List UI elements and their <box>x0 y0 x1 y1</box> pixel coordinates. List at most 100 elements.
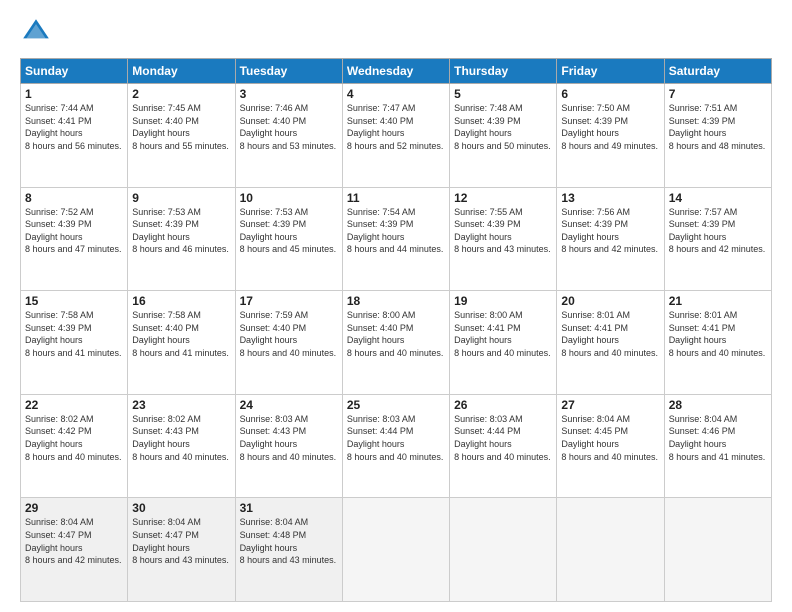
day-number: 30 <box>132 501 230 515</box>
day-number: 6 <box>561 87 659 101</box>
page: SundayMondayTuesdayWednesdayThursdayFrid… <box>0 0 792 612</box>
calendar-day-header: Saturday <box>664 59 771 84</box>
calendar-cell: 16 Sunrise: 7:58 AM Sunset: 4:40 PM Dayl… <box>128 291 235 395</box>
calendar-cell: 14 Sunrise: 7:57 AM Sunset: 4:39 PM Dayl… <box>664 187 771 291</box>
calendar-week-row: 29 Sunrise: 8:04 AM Sunset: 4:47 PM Dayl… <box>21 498 772 602</box>
calendar-day-header: Monday <box>128 59 235 84</box>
day-number: 17 <box>240 294 338 308</box>
calendar-day-header: Wednesday <box>342 59 449 84</box>
header <box>20 16 772 48</box>
day-info: Sunrise: 8:04 AM Sunset: 4:48 PM Dayligh… <box>240 516 338 566</box>
calendar-cell: 5 Sunrise: 7:48 AM Sunset: 4:39 PM Dayli… <box>450 84 557 188</box>
day-number: 1 <box>25 87 123 101</box>
day-info: Sunrise: 8:04 AM Sunset: 4:45 PM Dayligh… <box>561 413 659 463</box>
day-info: Sunrise: 7:59 AM Sunset: 4:40 PM Dayligh… <box>240 309 338 359</box>
day-info: Sunrise: 7:51 AM Sunset: 4:39 PM Dayligh… <box>669 102 767 152</box>
day-number: 29 <box>25 501 123 515</box>
calendar-cell: 26 Sunrise: 8:03 AM Sunset: 4:44 PM Dayl… <box>450 394 557 498</box>
calendar-day-header: Sunday <box>21 59 128 84</box>
day-info: Sunrise: 8:02 AM Sunset: 4:43 PM Dayligh… <box>132 413 230 463</box>
day-number: 15 <box>25 294 123 308</box>
calendar-week-row: 22 Sunrise: 8:02 AM Sunset: 4:42 PM Dayl… <box>21 394 772 498</box>
calendar-week-row: 1 Sunrise: 7:44 AM Sunset: 4:41 PM Dayli… <box>21 84 772 188</box>
calendar-cell: 8 Sunrise: 7:52 AM Sunset: 4:39 PM Dayli… <box>21 187 128 291</box>
calendar-cell: 7 Sunrise: 7:51 AM Sunset: 4:39 PM Dayli… <box>664 84 771 188</box>
day-info: Sunrise: 8:00 AM Sunset: 4:40 PM Dayligh… <box>347 309 445 359</box>
calendar-cell: 24 Sunrise: 8:03 AM Sunset: 4:43 PM Dayl… <box>235 394 342 498</box>
day-number: 21 <box>669 294 767 308</box>
day-number: 7 <box>669 87 767 101</box>
calendar-cell: 31 Sunrise: 8:04 AM Sunset: 4:48 PM Dayl… <box>235 498 342 602</box>
calendar-cell: 12 Sunrise: 7:55 AM Sunset: 4:39 PM Dayl… <box>450 187 557 291</box>
calendar-cell: 20 Sunrise: 8:01 AM Sunset: 4:41 PM Dayl… <box>557 291 664 395</box>
logo-icon <box>20 16 52 48</box>
day-info: Sunrise: 7:53 AM Sunset: 4:39 PM Dayligh… <box>132 206 230 256</box>
day-info: Sunrise: 7:50 AM Sunset: 4:39 PM Dayligh… <box>561 102 659 152</box>
day-number: 25 <box>347 398 445 412</box>
calendar-cell <box>342 498 449 602</box>
day-number: 18 <box>347 294 445 308</box>
day-number: 10 <box>240 191 338 205</box>
day-info: Sunrise: 8:03 AM Sunset: 4:43 PM Dayligh… <box>240 413 338 463</box>
calendar-cell <box>664 498 771 602</box>
calendar-header-row: SundayMondayTuesdayWednesdayThursdayFrid… <box>21 59 772 84</box>
calendar-cell: 19 Sunrise: 8:00 AM Sunset: 4:41 PM Dayl… <box>450 291 557 395</box>
day-number: 26 <box>454 398 552 412</box>
day-info: Sunrise: 8:00 AM Sunset: 4:41 PM Dayligh… <box>454 309 552 359</box>
day-number: 12 <box>454 191 552 205</box>
day-number: 23 <box>132 398 230 412</box>
day-number: 31 <box>240 501 338 515</box>
logo <box>20 16 56 48</box>
calendar-cell: 27 Sunrise: 8:04 AM Sunset: 4:45 PM Dayl… <box>557 394 664 498</box>
calendar-cell: 29 Sunrise: 8:04 AM Sunset: 4:47 PM Dayl… <box>21 498 128 602</box>
calendar-cell: 4 Sunrise: 7:47 AM Sunset: 4:40 PM Dayli… <box>342 84 449 188</box>
day-info: Sunrise: 7:58 AM Sunset: 4:40 PM Dayligh… <box>132 309 230 359</box>
calendar-cell: 6 Sunrise: 7:50 AM Sunset: 4:39 PM Dayli… <box>557 84 664 188</box>
day-info: Sunrise: 8:01 AM Sunset: 4:41 PM Dayligh… <box>561 309 659 359</box>
day-number: 19 <box>454 294 552 308</box>
calendar-cell: 13 Sunrise: 7:56 AM Sunset: 4:39 PM Dayl… <box>557 187 664 291</box>
day-info: Sunrise: 8:04 AM Sunset: 4:47 PM Dayligh… <box>132 516 230 566</box>
day-info: Sunrise: 7:56 AM Sunset: 4:39 PM Dayligh… <box>561 206 659 256</box>
day-info: Sunrise: 7:52 AM Sunset: 4:39 PM Dayligh… <box>25 206 123 256</box>
day-info: Sunrise: 7:45 AM Sunset: 4:40 PM Dayligh… <box>132 102 230 152</box>
day-info: Sunrise: 7:58 AM Sunset: 4:39 PM Dayligh… <box>25 309 123 359</box>
calendar-table: SundayMondayTuesdayWednesdayThursdayFrid… <box>20 58 772 602</box>
calendar-cell: 23 Sunrise: 8:02 AM Sunset: 4:43 PM Dayl… <box>128 394 235 498</box>
day-info: Sunrise: 7:54 AM Sunset: 4:39 PM Dayligh… <box>347 206 445 256</box>
calendar-cell: 18 Sunrise: 8:00 AM Sunset: 4:40 PM Dayl… <box>342 291 449 395</box>
day-info: Sunrise: 8:01 AM Sunset: 4:41 PM Dayligh… <box>669 309 767 359</box>
calendar-cell: 30 Sunrise: 8:04 AM Sunset: 4:47 PM Dayl… <box>128 498 235 602</box>
calendar-cell: 21 Sunrise: 8:01 AM Sunset: 4:41 PM Dayl… <box>664 291 771 395</box>
calendar-day-header: Thursday <box>450 59 557 84</box>
day-info: Sunrise: 8:03 AM Sunset: 4:44 PM Dayligh… <box>347 413 445 463</box>
day-info: Sunrise: 7:44 AM Sunset: 4:41 PM Dayligh… <box>25 102 123 152</box>
day-number: 14 <box>669 191 767 205</box>
day-number: 2 <box>132 87 230 101</box>
calendar-cell: 22 Sunrise: 8:02 AM Sunset: 4:42 PM Dayl… <box>21 394 128 498</box>
day-number: 28 <box>669 398 767 412</box>
day-number: 11 <box>347 191 445 205</box>
calendar-cell: 3 Sunrise: 7:46 AM Sunset: 4:40 PM Dayli… <box>235 84 342 188</box>
day-info: Sunrise: 8:04 AM Sunset: 4:47 PM Dayligh… <box>25 516 123 566</box>
calendar-week-row: 8 Sunrise: 7:52 AM Sunset: 4:39 PM Dayli… <box>21 187 772 291</box>
calendar-week-row: 15 Sunrise: 7:58 AM Sunset: 4:39 PM Dayl… <box>21 291 772 395</box>
calendar-cell <box>450 498 557 602</box>
calendar-cell: 25 Sunrise: 8:03 AM Sunset: 4:44 PM Dayl… <box>342 394 449 498</box>
day-number: 8 <box>25 191 123 205</box>
day-number: 4 <box>347 87 445 101</box>
calendar-day-header: Tuesday <box>235 59 342 84</box>
calendar-cell: 17 Sunrise: 7:59 AM Sunset: 4:40 PM Dayl… <box>235 291 342 395</box>
day-info: Sunrise: 7:57 AM Sunset: 4:39 PM Dayligh… <box>669 206 767 256</box>
day-info: Sunrise: 8:04 AM Sunset: 4:46 PM Dayligh… <box>669 413 767 463</box>
day-info: Sunrise: 7:46 AM Sunset: 4:40 PM Dayligh… <box>240 102 338 152</box>
day-number: 16 <box>132 294 230 308</box>
day-info: Sunrise: 8:03 AM Sunset: 4:44 PM Dayligh… <box>454 413 552 463</box>
calendar-cell: 2 Sunrise: 7:45 AM Sunset: 4:40 PM Dayli… <box>128 84 235 188</box>
calendar-cell: 15 Sunrise: 7:58 AM Sunset: 4:39 PM Dayl… <box>21 291 128 395</box>
day-info: Sunrise: 7:55 AM Sunset: 4:39 PM Dayligh… <box>454 206 552 256</box>
day-number: 9 <box>132 191 230 205</box>
day-number: 22 <box>25 398 123 412</box>
day-number: 13 <box>561 191 659 205</box>
calendar-cell: 1 Sunrise: 7:44 AM Sunset: 4:41 PM Dayli… <box>21 84 128 188</box>
